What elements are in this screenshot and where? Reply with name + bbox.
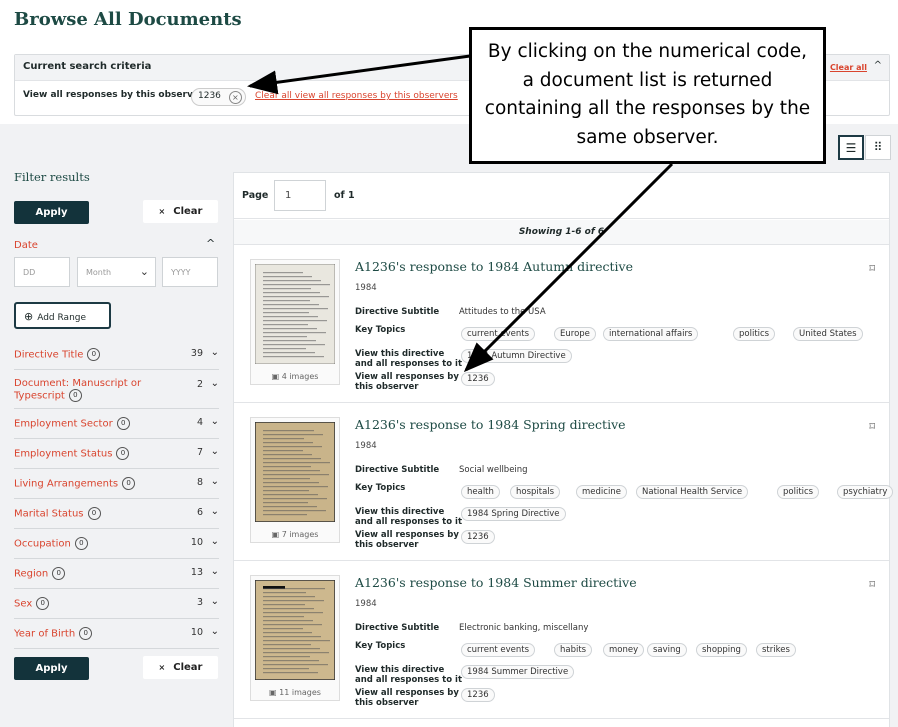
annotation-arrows [247,54,674,373]
arrow-to-chip [247,54,471,95]
arrow-to-observer-code [463,162,674,373]
